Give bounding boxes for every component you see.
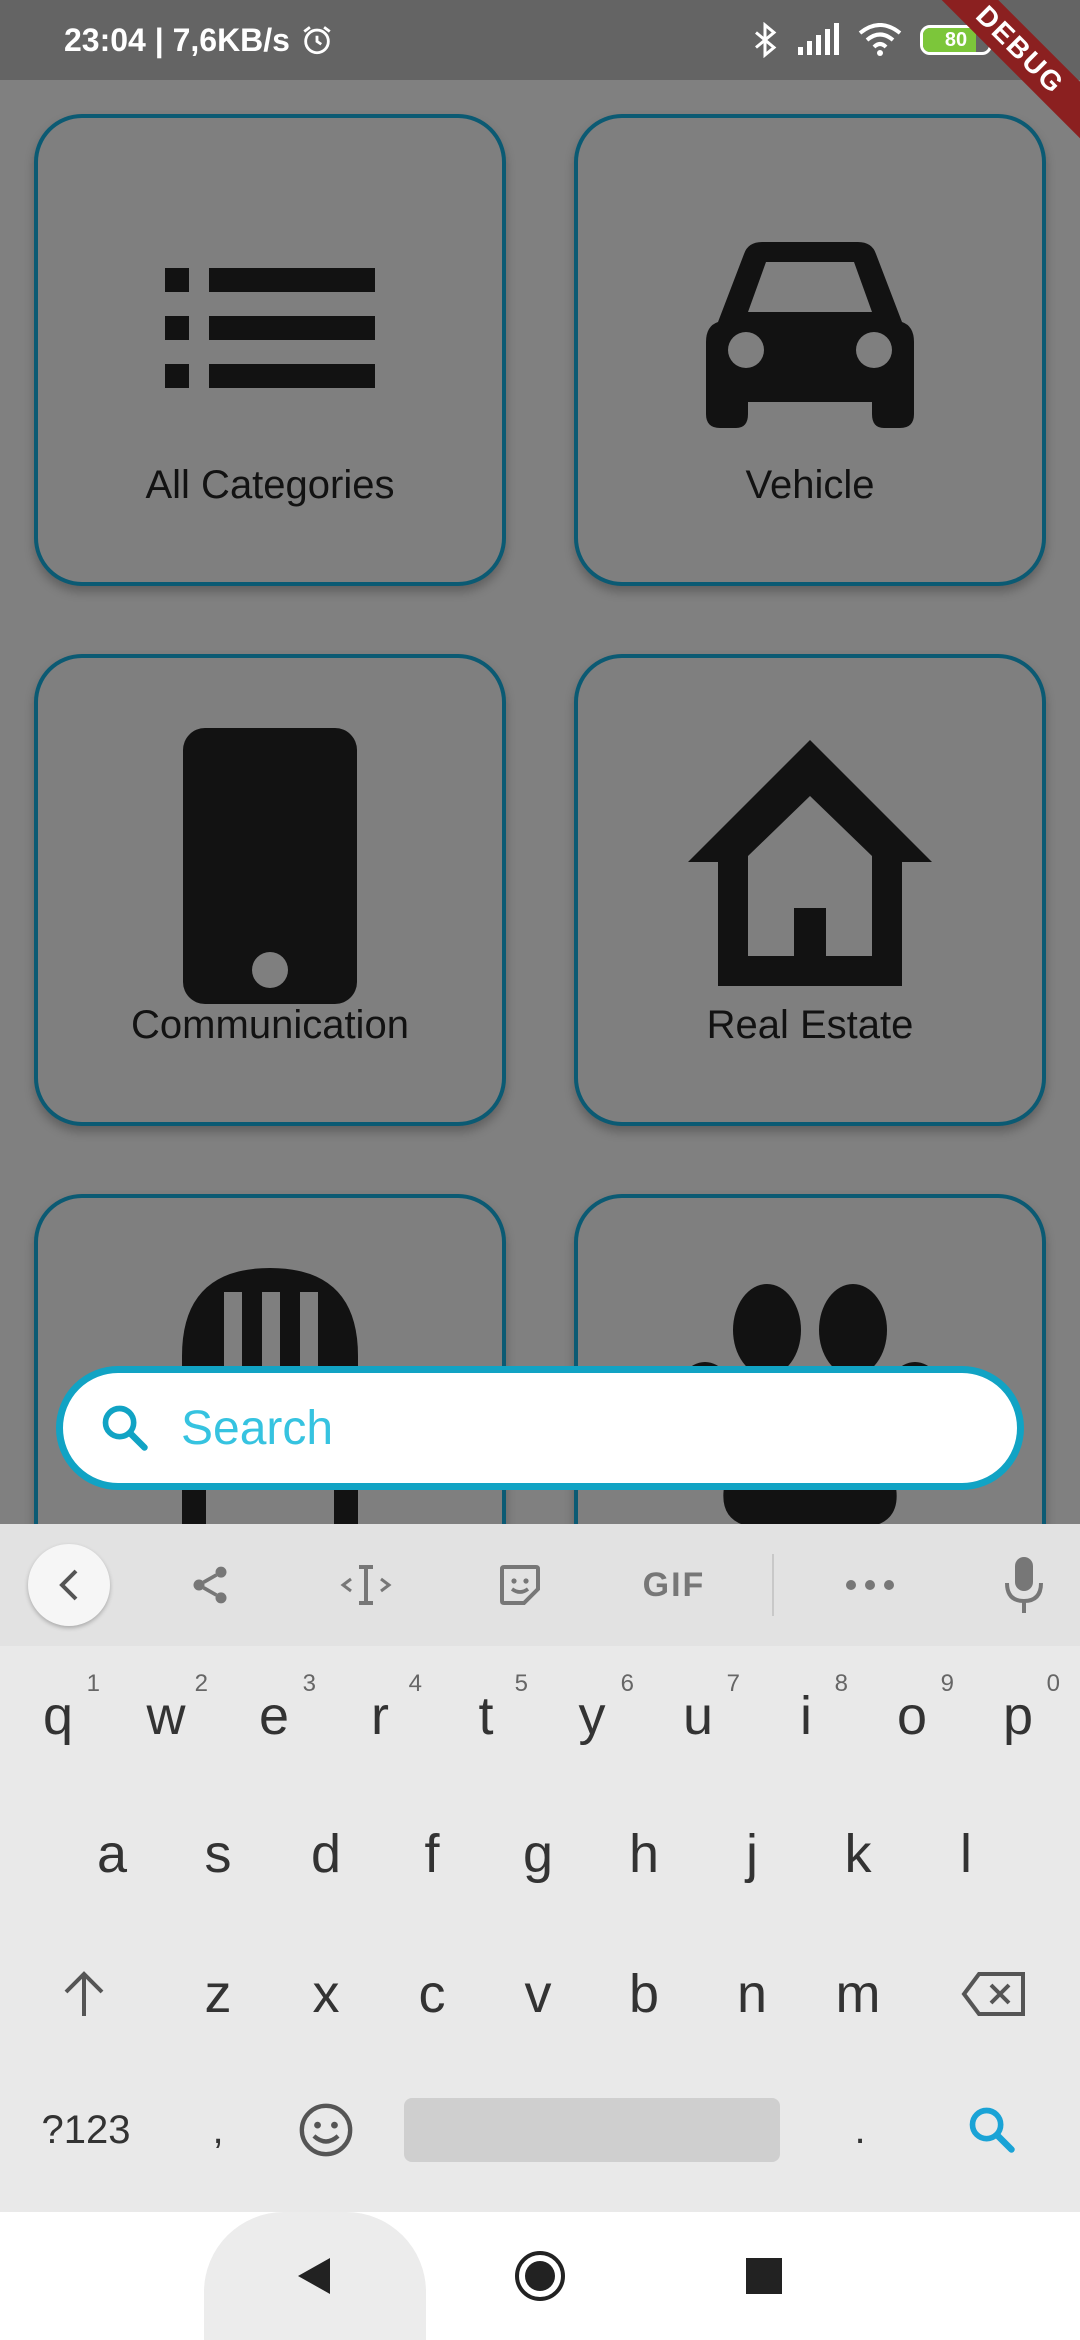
key-d[interactable]: d	[276, 1794, 376, 1914]
key-x[interactable]: x	[276, 1934, 376, 2054]
nav-recents-button[interactable]	[714, 2212, 814, 2340]
key-u[interactable]: u7	[648, 1656, 748, 1776]
shift-key[interactable]	[34, 1934, 134, 2054]
text-cursor-icon	[340, 1565, 392, 1605]
share-button[interactable]	[170, 1524, 250, 1646]
key-o[interactable]: o9	[862, 1656, 962, 1776]
space-key[interactable]	[404, 2098, 780, 2162]
key-i[interactable]: i8	[756, 1656, 856, 1776]
key-r[interactable]: r4	[330, 1656, 430, 1776]
search-action-key[interactable]	[942, 2070, 1042, 2190]
more-horizontal-icon	[846, 1580, 894, 1590]
status-bar: 23:04 | 7,6KB/s 80 DEBUG	[0, 0, 1080, 149]
key-g[interactable]: g	[488, 1794, 588, 1914]
key-p[interactable]: p0	[968, 1656, 1068, 1776]
emoji-icon	[299, 2103, 353, 2157]
car-icon	[706, 242, 914, 428]
alarm-icon	[303, 26, 331, 55]
home-circle-icon	[515, 2251, 565, 2301]
microphone-icon	[1005, 1557, 1043, 1613]
category-label: Communication	[131, 1003, 409, 1047]
symbols-key[interactable]: ?123	[34, 2070, 138, 2190]
smartphone-icon	[183, 728, 357, 1004]
bluetooth-icon	[755, 22, 777, 58]
voice-input-button[interactable]	[984, 1524, 1064, 1646]
nav-home-button[interactable]	[490, 2212, 590, 2340]
category-label: All Categories	[145, 463, 395, 507]
status-time-speed: 23:04 | 7,6KB/s	[64, 21, 290, 58]
keyboard-collapse-button[interactable]	[28, 1544, 110, 1626]
soft-keyboard: GIF q1 w2 e3 r4 t5 y6 u7 i8 o9 p0 a s d …	[0, 1524, 1080, 2212]
key-n[interactable]: n	[702, 1934, 802, 2054]
system-nav-bar	[0, 2212, 1080, 2340]
battery-level: 80	[944, 28, 968, 51]
key-w[interactable]: w2	[116, 1656, 216, 1776]
back-triangle-icon	[298, 2258, 330, 2294]
key-c[interactable]: c	[382, 1934, 482, 2054]
key-k[interactable]: k	[808, 1794, 908, 1914]
search-input[interactable]	[181, 1400, 941, 1456]
emoji-key[interactable]	[276, 2070, 376, 2190]
chevron-left-icon	[59, 1569, 78, 1601]
gif-button[interactable]: GIF	[624, 1524, 724, 1646]
keyboard-toolbar: GIF	[0, 1524, 1080, 1646]
key-l[interactable]: l	[916, 1794, 1016, 1914]
category-tile-real-estate[interactable]: Real Estate	[574, 654, 1046, 1126]
key-t[interactable]: t5	[436, 1656, 536, 1776]
category-label: Vehicle	[745, 463, 875, 507]
signal-icon	[798, 23, 839, 55]
gif-label: GIF	[642, 1565, 706, 1604]
key-b[interactable]: b	[594, 1934, 694, 2054]
key-y[interactable]: y6	[542, 1656, 642, 1776]
recents-square-icon	[746, 2258, 782, 2294]
key-f[interactable]: f	[382, 1794, 482, 1914]
key-e[interactable]: e3	[224, 1656, 324, 1776]
period-key[interactable]: .	[810, 2070, 910, 2190]
toolbar-divider	[772, 1554, 774, 1616]
key-m[interactable]: m	[808, 1934, 908, 2054]
search-icon	[102, 1405, 148, 1451]
house-icon	[688, 740, 932, 986]
backspace-key[interactable]	[944, 1934, 1044, 2054]
key-z[interactable]: z	[168, 1934, 268, 2054]
search-icon	[969, 2107, 1015, 2153]
key-q[interactable]: q1	[8, 1656, 108, 1776]
share-icon	[193, 1566, 227, 1604]
backspace-icon	[961, 1972, 1025, 2016]
list-icon	[165, 268, 375, 388]
search-bar[interactable]	[56, 1366, 1024, 1490]
more-options-button[interactable]	[828, 1524, 912, 1646]
key-v[interactable]: v	[488, 1934, 588, 2054]
category-tile-all-categories[interactable]: All Categories	[34, 114, 506, 586]
comma-key[interactable]: ,	[168, 2070, 268, 2190]
cursor-control-button[interactable]	[326, 1524, 406, 1646]
category-tile-vehicle[interactable]: Vehicle	[574, 114, 1046, 586]
key-a[interactable]: a	[62, 1794, 162, 1914]
nav-back-button[interactable]	[264, 2212, 364, 2340]
key-j[interactable]: j	[702, 1794, 802, 1914]
key-s[interactable]: s	[168, 1794, 268, 1914]
sticker-button[interactable]	[480, 1524, 560, 1646]
key-h[interactable]: h	[594, 1794, 694, 1914]
sticker-icon	[500, 1565, 540, 1605]
wifi-icon	[858, 23, 902, 56]
category-tile-communication[interactable]: Communication	[34, 654, 506, 1126]
category-label: Real Estate	[706, 1003, 914, 1047]
shift-arrow-icon	[64, 1971, 104, 2016]
